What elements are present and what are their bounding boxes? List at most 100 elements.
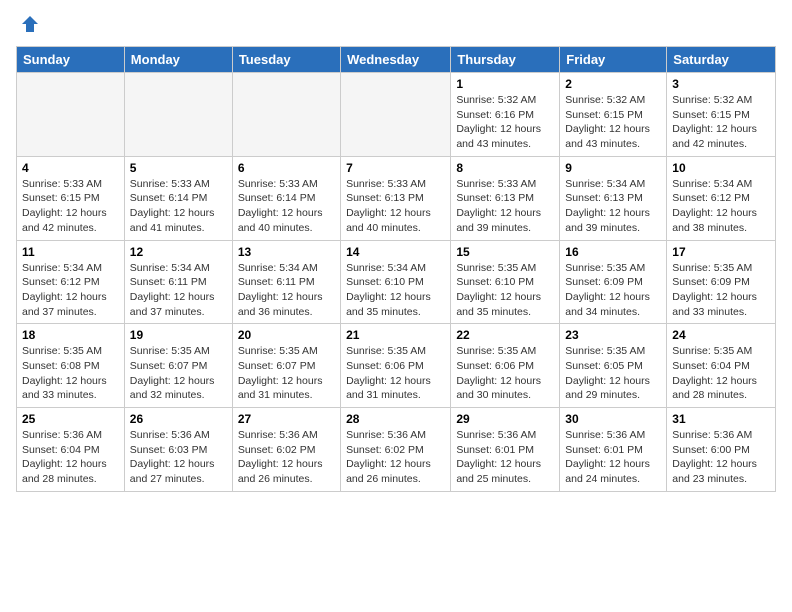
day-info: Sunrise: 5:33 AMSunset: 6:14 PMDaylight:… — [238, 177, 335, 236]
calendar-cell: 14 Sunrise: 5:34 AMSunset: 6:10 PMDayligh… — [341, 240, 451, 324]
day-info: Sunrise: 5:36 AMSunset: 6:01 PMDaylight:… — [565, 428, 661, 487]
calendar-cell: 10 Sunrise: 5:34 AMSunset: 6:12 PMDayligh… — [667, 156, 776, 240]
day-info: Sunrise: 5:35 AMSunset: 6:09 PMDaylight:… — [565, 261, 661, 320]
calendar-cell: 6 Sunrise: 5:33 AMSunset: 6:14 PMDaylight… — [232, 156, 340, 240]
day-number: 4 — [22, 161, 119, 175]
calendar-cell: 31 Sunrise: 5:36 AMSunset: 6:00 PMDayligh… — [667, 408, 776, 492]
day-number: 13 — [238, 245, 335, 259]
calendar-cell — [232, 73, 340, 157]
calendar-cell: 26Sunrise: 5:36 AMSunset: 6:03 PMDayligh… — [124, 408, 232, 492]
calendar-cell: 11 Sunrise: 5:34 AMSunset: 6:12 PMDayligh… — [17, 240, 125, 324]
day-info: Sunrise: 5:35 AMSunset: 6:10 PMDaylight:… — [456, 261, 554, 320]
day-number: 7 — [346, 161, 445, 175]
day-info: Sunrise: 5:35 AMSunset: 6:08 PMDaylight:… — [22, 344, 119, 403]
day-info: Sunrise: 5:36 AMSunset: 6:04 PMDaylight:… — [22, 428, 119, 487]
day-number: 25 — [22, 412, 119, 426]
logo — [16, 16, 40, 34]
day-number: 1 — [456, 77, 554, 91]
calendar-header-saturday: Saturday — [667, 47, 776, 73]
calendar-cell: 2Sunrise: 5:32 AMSunset: 6:15 PMDaylight… — [560, 73, 667, 157]
calendar-cell: 24Sunrise: 5:35 AMSunset: 6:04 PMDayligh… — [667, 324, 776, 408]
day-number: 22 — [456, 328, 554, 342]
calendar-cell: 23 Sunrise: 5:35 AMSunset: 6:05 PMDayligh… — [560, 324, 667, 408]
day-info: Sunrise: 5:35 AMSunset: 6:07 PMDaylight:… — [238, 344, 335, 403]
day-info: Sunrise: 5:32 AMSunset: 6:15 PMDaylight:… — [565, 93, 661, 152]
day-number: 21 — [346, 328, 445, 342]
calendar-header-friday: Friday — [560, 47, 667, 73]
day-info: Sunrise: 5:33 AMSunset: 6:13 PMDaylight:… — [456, 177, 554, 236]
day-info: Sunrise: 5:36 AMSunset: 6:02 PMDaylight:… — [238, 428, 335, 487]
day-number: 20 — [238, 328, 335, 342]
day-info: Sunrise: 5:34 AMSunset: 6:11 PMDaylight:… — [238, 261, 335, 320]
day-number: 12 — [130, 245, 227, 259]
calendar-cell: 27 Sunrise: 5:36 AMSunset: 6:02 PMDayligh… — [232, 408, 340, 492]
day-number: 9 — [565, 161, 661, 175]
day-info: Sunrise: 5:35 AMSunset: 6:07 PMDaylight:… — [130, 344, 227, 403]
day-info: Sunrise: 5:32 AMSunset: 6:16 PMDaylight:… — [456, 93, 554, 152]
calendar-cell — [124, 73, 232, 157]
calendar-cell: 4 Sunrise: 5:33 AMSunset: 6:15 PMDaylight… — [17, 156, 125, 240]
day-number: 23 — [565, 328, 661, 342]
day-info: Sunrise: 5:33 AMSunset: 6:15 PMDaylight:… — [22, 177, 119, 236]
day-number: 24 — [672, 328, 770, 342]
logo-icon — [20, 14, 40, 34]
calendar-cell: 16 Sunrise: 5:35 AMSunset: 6:09 PMDayligh… — [560, 240, 667, 324]
day-number: 31 — [672, 412, 770, 426]
day-number: 26 — [130, 412, 227, 426]
day-info: Sunrise: 5:34 AMSunset: 6:11 PMDaylight:… — [130, 261, 227, 320]
calendar-week-row: 11 Sunrise: 5:34 AMSunset: 6:12 PMDayligh… — [17, 240, 776, 324]
calendar-cell: 20 Sunrise: 5:35 AMSunset: 6:07 PMDayligh… — [232, 324, 340, 408]
day-number: 8 — [456, 161, 554, 175]
day-number: 10 — [672, 161, 770, 175]
day-info: Sunrise: 5:34 AMSunset: 6:10 PMDaylight:… — [346, 261, 445, 320]
day-number: 30 — [565, 412, 661, 426]
calendar-cell: 1 Sunrise: 5:32 AMSunset: 6:16 PMDaylight… — [451, 73, 560, 157]
day-info: Sunrise: 5:35 AMSunset: 6:05 PMDaylight:… — [565, 344, 661, 403]
day-info: Sunrise: 5:36 AMSunset: 6:00 PMDaylight:… — [672, 428, 770, 487]
day-number: 6 — [238, 161, 335, 175]
calendar-cell: 22Sunrise: 5:35 AMSunset: 6:06 PMDayligh… — [451, 324, 560, 408]
calendar-cell: 28 Sunrise: 5:36 AMSunset: 6:02 PMDayligh… — [341, 408, 451, 492]
day-number: 18 — [22, 328, 119, 342]
day-number: 11 — [22, 245, 119, 259]
day-number: 3 — [672, 77, 770, 91]
calendar-week-row: 4 Sunrise: 5:33 AMSunset: 6:15 PMDaylight… — [17, 156, 776, 240]
day-number: 27 — [238, 412, 335, 426]
calendar-cell: 30 Sunrise: 5:36 AMSunset: 6:01 PMDayligh… — [560, 408, 667, 492]
day-info: Sunrise: 5:34 AMSunset: 6:12 PMDaylight:… — [22, 261, 119, 320]
day-number: 29 — [456, 412, 554, 426]
calendar-cell: 12 Sunrise: 5:34 AMSunset: 6:11 PMDayligh… — [124, 240, 232, 324]
calendar-cell: 19Sunrise: 5:35 AMSunset: 6:07 PMDayligh… — [124, 324, 232, 408]
calendar-cell — [17, 73, 125, 157]
day-number: 14 — [346, 245, 445, 259]
calendar-header-tuesday: Tuesday — [232, 47, 340, 73]
day-number: 16 — [565, 245, 661, 259]
calendar-cell: 15 Sunrise: 5:35 AMSunset: 6:10 PMDayligh… — [451, 240, 560, 324]
calendar-cell: 13 Sunrise: 5:34 AMSunset: 6:11 PMDayligh… — [232, 240, 340, 324]
day-number: 17 — [672, 245, 770, 259]
calendar-week-row: 1 Sunrise: 5:32 AMSunset: 6:16 PMDaylight… — [17, 73, 776, 157]
calendar-table: SundayMondayTuesdayWednesdayThursdayFrid… — [16, 46, 776, 492]
calendar-cell — [341, 73, 451, 157]
day-info: Sunrise: 5:34 AMSunset: 6:12 PMDaylight:… — [672, 177, 770, 236]
calendar-cell: 5Sunrise: 5:33 AMSunset: 6:14 PMDaylight… — [124, 156, 232, 240]
calendar-cell: 8 Sunrise: 5:33 AMSunset: 6:13 PMDaylight… — [451, 156, 560, 240]
day-info: Sunrise: 5:36 AMSunset: 6:02 PMDaylight:… — [346, 428, 445, 487]
calendar-week-row: 25 Sunrise: 5:36 AMSunset: 6:04 PMDayligh… — [17, 408, 776, 492]
calendar-cell: 29 Sunrise: 5:36 AMSunset: 6:01 PMDayligh… — [451, 408, 560, 492]
calendar-cell: 3 Sunrise: 5:32 AMSunset: 6:15 PMDaylight… — [667, 73, 776, 157]
page-header — [16, 16, 776, 34]
calendar-body: 1 Sunrise: 5:32 AMSunset: 6:16 PMDaylight… — [17, 73, 776, 492]
day-info: Sunrise: 5:36 AMSunset: 6:01 PMDaylight:… — [456, 428, 554, 487]
calendar-cell: 21Sunrise: 5:35 AMSunset: 6:06 PMDayligh… — [341, 324, 451, 408]
day-number: 15 — [456, 245, 554, 259]
day-number: 28 — [346, 412, 445, 426]
calendar-header-wednesday: Wednesday — [341, 47, 451, 73]
day-number: 5 — [130, 161, 227, 175]
calendar-header-sunday: Sunday — [17, 47, 125, 73]
calendar-week-row: 18 Sunrise: 5:35 AMSunset: 6:08 PMDayligh… — [17, 324, 776, 408]
calendar-cell: 9 Sunrise: 5:34 AMSunset: 6:13 PMDaylight… — [560, 156, 667, 240]
day-info: Sunrise: 5:34 AMSunset: 6:13 PMDaylight:… — [565, 177, 661, 236]
calendar-header-thursday: Thursday — [451, 47, 560, 73]
day-info: Sunrise: 5:32 AMSunset: 6:15 PMDaylight:… — [672, 93, 770, 152]
